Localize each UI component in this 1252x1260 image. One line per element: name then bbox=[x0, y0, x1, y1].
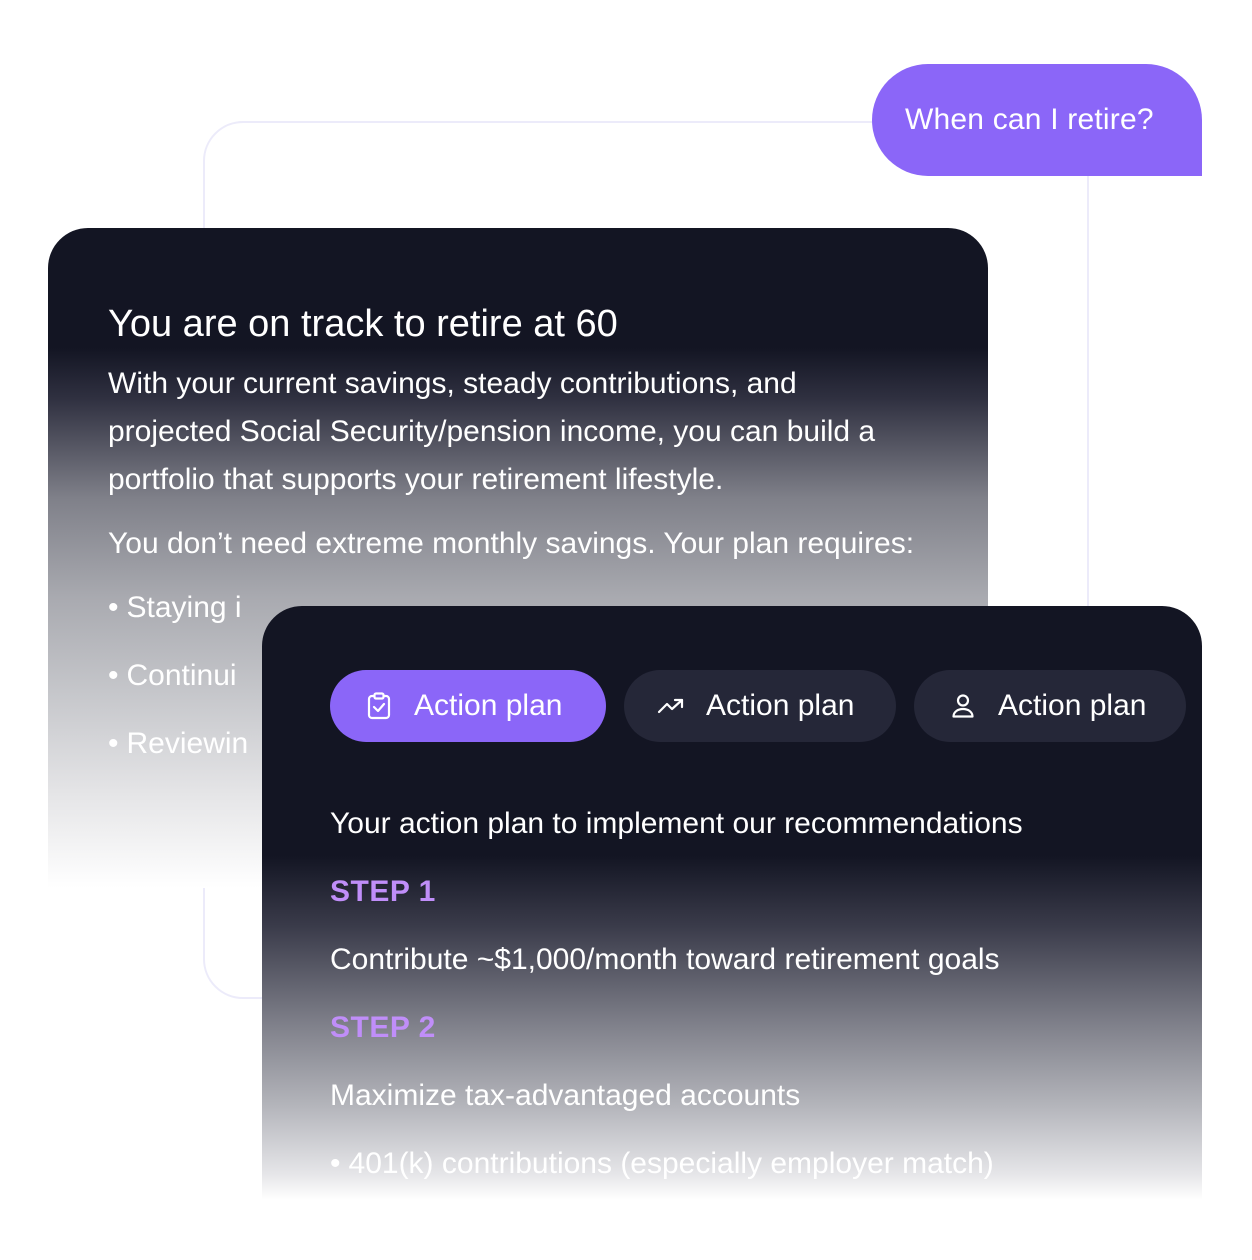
user-message-bubble: When can I retire? bbox=[872, 64, 1202, 176]
action-plan-card: Action plan Action plan Action plan Your… bbox=[262, 606, 1202, 1200]
answer-paragraph: You don’t need extreme monthly savings. … bbox=[108, 527, 915, 560]
plan-tabs: Action plan Action plan Action plan bbox=[330, 670, 1202, 742]
step-bullet: 401(k) contributions (especially employe… bbox=[330, 1144, 1202, 1184]
answer-title: You are on track to retire at 60 bbox=[108, 303, 618, 345]
clipboard-check-icon bbox=[364, 691, 394, 721]
user-icon bbox=[948, 691, 978, 721]
plan-heading: Your action plan to implement our recomm… bbox=[330, 807, 1023, 840]
tab-label: Action plan bbox=[706, 689, 855, 722]
step-text: Contribute ~$1,000/month toward retireme… bbox=[330, 943, 1000, 976]
tab-action-plan-user[interactable]: Action plan bbox=[914, 670, 1186, 742]
tab-action-plan-trend[interactable]: Action plan bbox=[624, 670, 896, 742]
trending-up-icon bbox=[656, 691, 686, 721]
answer-paragraph: With your current savings, steady contri… bbox=[108, 367, 876, 496]
step-label: STEP 1 bbox=[330, 875, 436, 908]
step-label: STEP 2 bbox=[330, 1011, 436, 1044]
tab-action-plan-clipboard[interactable]: Action plan bbox=[330, 670, 606, 742]
user-message-text: When can I retire? bbox=[905, 103, 1154, 136]
tab-label: Action plan bbox=[414, 689, 563, 722]
step-text: Maximize tax-advantaged accounts bbox=[330, 1079, 801, 1112]
tab-label: Action plan bbox=[998, 689, 1147, 722]
